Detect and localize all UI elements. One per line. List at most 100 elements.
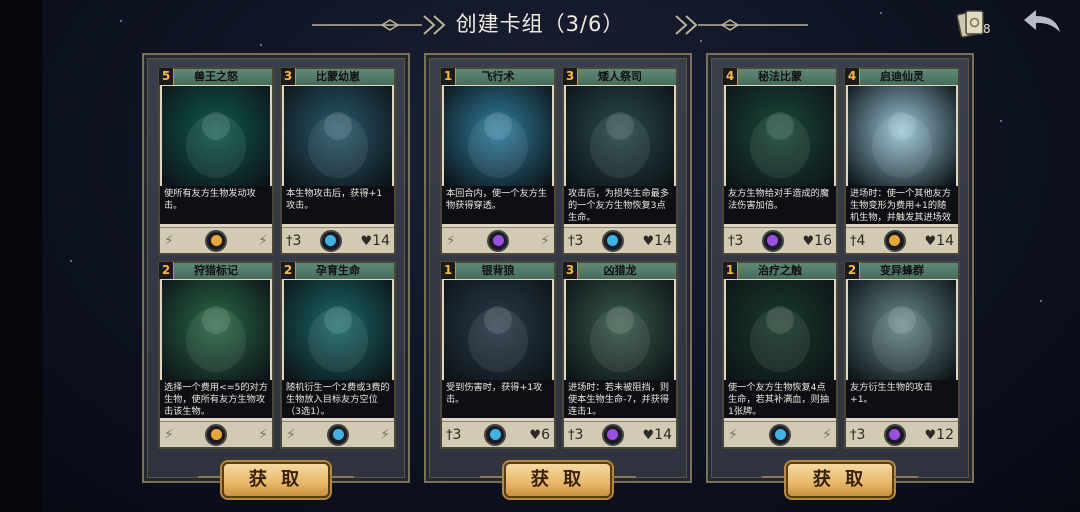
gear-icon [327, 423, 349, 446]
spell-bolt-icon: ⚡ [164, 232, 174, 249]
gear-icon [769, 423, 791, 446]
card-stats: ⚡ ⚡ [442, 227, 554, 253]
back-arrow-icon[interactable] [1022, 8, 1062, 34]
card-artwork [566, 280, 674, 380]
health-icon: ♥14 [360, 232, 390, 249]
attack-icon: †4 [850, 232, 866, 249]
card-description: 友方衍生生物的攻击+1。 [846, 380, 958, 418]
gear-icon [487, 229, 509, 252]
card-name: 银背狼 [442, 263, 554, 279]
attack-value: 3 [734, 232, 744, 249]
attack-value: 3 [452, 426, 462, 443]
star [700, 40, 702, 42]
card-cost: 4 [845, 68, 860, 85]
card-cost: 4 [723, 68, 738, 85]
health-value: 16 [814, 232, 832, 249]
attack-icon: †3 [728, 232, 744, 249]
attack-icon: †3 [446, 426, 462, 443]
acquire-button-1[interactable]: 获 取 [222, 462, 330, 498]
card-description: 使一个友方生物恢复4点生命，若其补满血，则抽1张牌。 [724, 380, 836, 418]
health-value: 14 [372, 232, 390, 249]
card[interactable]: 矮人祭司 3 攻击后，为损失生命最多的一个友方生物恢复3点生命。 †3 ♥14 [562, 67, 678, 255]
header-ornament-right [675, 15, 808, 35]
card-description: 进场时：使一个其他友方生物变形为费用+1的随机生物，并触发其进场效果。 [846, 186, 958, 224]
card-artwork [848, 86, 956, 186]
card-artwork [284, 86, 392, 186]
helmet-icon [601, 423, 624, 446]
gear-icon [205, 229, 227, 252]
card-name: 兽王之怒 [160, 69, 272, 85]
card[interactable]: 银背狼 1 受到伤害时，获得+1攻击。 †3 ♥6 [440, 261, 556, 449]
card[interactable]: 比蒙幼崽 3 本生物攻击后，获得+1攻击。 †3 ♥14 [280, 67, 396, 255]
card-cost: 1 [441, 262, 456, 279]
star [260, 44, 262, 46]
card[interactable]: 启迪仙灵4进场时：使一个其他友方生物变形为费用+1的随机生物，并触发其进场效果。… [844, 67, 960, 255]
button-ornament [762, 476, 786, 478]
helmet-icon [601, 229, 624, 252]
card[interactable]: 治疗之触 1 使一个友方生物恢复4点生命，若其补满血，则抽1张牌。 ⚡ ⚡ [722, 261, 838, 449]
card-stats: ⚡ ⚡ [160, 421, 272, 447]
health-icon: ♥12 [924, 426, 954, 443]
card-name: 启迪仙灵 [846, 69, 958, 85]
card-name: 变异蜂群 [846, 263, 958, 279]
health-value: 14 [654, 426, 672, 443]
button-ornament [480, 476, 504, 478]
spell-bolt-icon: ⚡ [380, 426, 390, 443]
card[interactable]: 飞行术 1 本回合内，使一个友方生物获得穿透。 ⚡ ⚡ [440, 67, 556, 255]
health-icon: ♥16 [802, 232, 832, 249]
health-icon: ♥14 [924, 232, 954, 249]
card[interactable]: 秘法比蒙 4 友方生物给对手造成的魔法伤害加倍。 †3 ♥16 [722, 67, 838, 255]
attack-value: 3 [574, 232, 584, 249]
card-stats: ⚡ ⚡ [282, 421, 394, 447]
spell-bolt-icon: ⚡ [822, 426, 832, 443]
health-icon: ♥14 [642, 426, 672, 443]
card[interactable]: 变异蜂群 2 友方衍生生物的攻击+1。 †3 ♥12 [844, 261, 960, 449]
card-stats: †3 ♥16 [724, 227, 836, 253]
acquire-button-3[interactable]: 获 取 [786, 462, 894, 498]
helmet-icon [319, 229, 342, 252]
card-name: 凶猎龙 [564, 263, 676, 279]
card-description: 进场时：若未被阻挡，则使本生物生命-7，并获得连击1。 [564, 380, 676, 418]
card[interactable]: 兽王之怒 5 使所有友方生物发动攻击。 ⚡ ⚡ [158, 67, 274, 255]
card-stats: †3 ♥6 [442, 421, 554, 447]
card-artwork [444, 86, 552, 186]
card-name: 狩猎标记 [160, 263, 272, 279]
card-artwork [848, 280, 956, 380]
health-icon: ♥6 [529, 426, 550, 443]
card-description: 使所有友方生物发动攻击。 [160, 186, 272, 224]
button-ornament [198, 476, 222, 478]
card-description: 友方生物给对手造成的魔法伤害加倍。 [724, 186, 836, 224]
card-cost: 1 [723, 262, 738, 279]
attack-value: 4 [856, 232, 866, 249]
card-stats: ⚡ ⚡ [160, 227, 272, 253]
gear-icon [205, 423, 227, 446]
card-cost: 3 [563, 262, 578, 279]
card[interactable]: 狩猎标记 2 选择一个费用<=5的对方生物，使所有友方生物攻击该生物。 ⚡ ⚡ [158, 261, 274, 449]
spell-bolt-icon: ⚡ [446, 232, 456, 249]
card-stats: ⚡ ⚡ [724, 421, 836, 447]
attack-icon: †3 [850, 426, 866, 443]
acquire-button-2[interactable]: 获 取 [504, 462, 612, 498]
card-name: 秘法比蒙 [724, 69, 836, 85]
spell-bolt-icon: ⚡ [258, 426, 268, 443]
spell-bolt-icon: ⚡ [540, 232, 550, 249]
card[interactable]: 孕育生命 2 随机衍生一个2费或3费的生物放入目标友方空位（3选1）。 ⚡ ⚡ [280, 261, 396, 449]
card-stats: †3 ♥14 [564, 421, 676, 447]
card-artwork [726, 86, 834, 186]
card-cost: 5 [159, 68, 174, 85]
left-edge [0, 0, 42, 512]
button-ornament [612, 476, 636, 478]
health-value: 6 [541, 426, 550, 443]
helmet-icon [484, 423, 507, 446]
spell-bolt-icon: ⚡ [258, 232, 268, 249]
spell-bolt-icon: ⚡ [728, 426, 738, 443]
card-artwork [566, 86, 674, 186]
button-ornament [894, 476, 918, 478]
star [70, 260, 72, 262]
card-description: 本回合内，使一个友方生物获得穿透。 [442, 186, 554, 224]
star [1040, 300, 1042, 302]
card[interactable]: 凶猎龙 3 进场时：若未被阻挡，则使本生物生命-7，并获得连击1。 †3 ♥14 [562, 261, 678, 449]
health-icon: ♥14 [642, 232, 672, 249]
button-ornament [330, 476, 354, 478]
health-value: 12 [936, 426, 954, 443]
